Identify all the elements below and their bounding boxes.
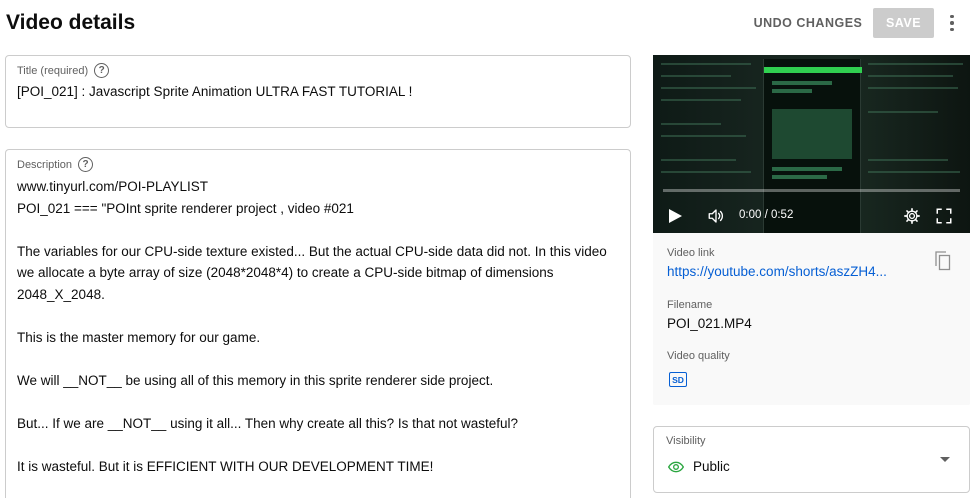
title-field[interactable]: Title (required) ? [POI_021] : Javascrip… [5,55,631,128]
eye-icon [668,461,684,472]
gear-icon[interactable] [903,207,921,225]
fullscreen-icon[interactable] [935,207,953,225]
description-label: Description ? [17,157,94,172]
player-controls: 0:00 / 0:52 [653,201,970,231]
copy-icon[interactable] [935,251,951,271]
description-line: The variables for our CPU-side texture e… [17,243,611,302]
title-label-text: Title (required) [17,64,89,77]
description-line: www.tinyurl.com/POI-PLAYLIST [17,179,209,194]
visibility-dropdown[interactable]: Visibility Public [653,426,970,493]
help-icon[interactable]: ? [78,157,94,172]
help-icon[interactable]: ? [94,63,110,78]
video-player[interactable]: 0:00 / 0:52 [653,55,970,233]
description-label-text: Description [17,158,73,171]
undo-changes-button[interactable]: UNDO CHANGES [752,8,864,38]
video-link-label: Video link [667,247,715,259]
description-line: But... If we are __NOT__ using it all...… [17,415,519,431]
filename-value: POI_021.MP4 [667,316,752,331]
page-title: Video details [6,11,136,34]
chevron-down-icon[interactable] [940,457,950,462]
sd-quality-icon: SD [669,372,687,387]
description-input[interactable]: www.tinyurl.com/POI-PLAYLIST POI_021 ===… [17,176,623,477]
volume-icon[interactable] [707,207,725,225]
video-quality-label: Video quality [667,350,730,362]
video-link[interactable]: https://youtube.com/shorts/aszZH4... [667,264,887,279]
video-time: 0:00 / 0:52 [739,209,794,221]
title-label: Title (required) ? [17,63,110,78]
save-button[interactable]: SAVE [873,8,934,38]
description-line: This is the master memory for our game. [17,329,261,345]
progress-bar[interactable] [663,189,960,192]
description-line: We will __NOT__ be using all of this mem… [17,372,494,388]
play-icon[interactable] [669,209,682,223]
filename-label: Filename [667,299,713,311]
visibility-value: Public [668,459,730,474]
description-line: POI_021 === "POInt sprite renderer proje… [17,200,354,216]
visibility-text: Public [693,459,730,474]
description-line: It is wasteful. But it is EFFICIENT WITH… [17,458,434,474]
title-input[interactable]: [POI_021] : Javascript Sprite Animation … [17,84,412,99]
description-field[interactable]: Description ? www.tinyurl.com/POI-PLAYLI… [5,149,631,498]
visibility-label: Visibility [666,435,706,447]
more-vert-icon[interactable] [942,8,962,38]
video-info-panel: 0:00 / 0:52 Video link https://youtube.c… [653,55,970,405]
